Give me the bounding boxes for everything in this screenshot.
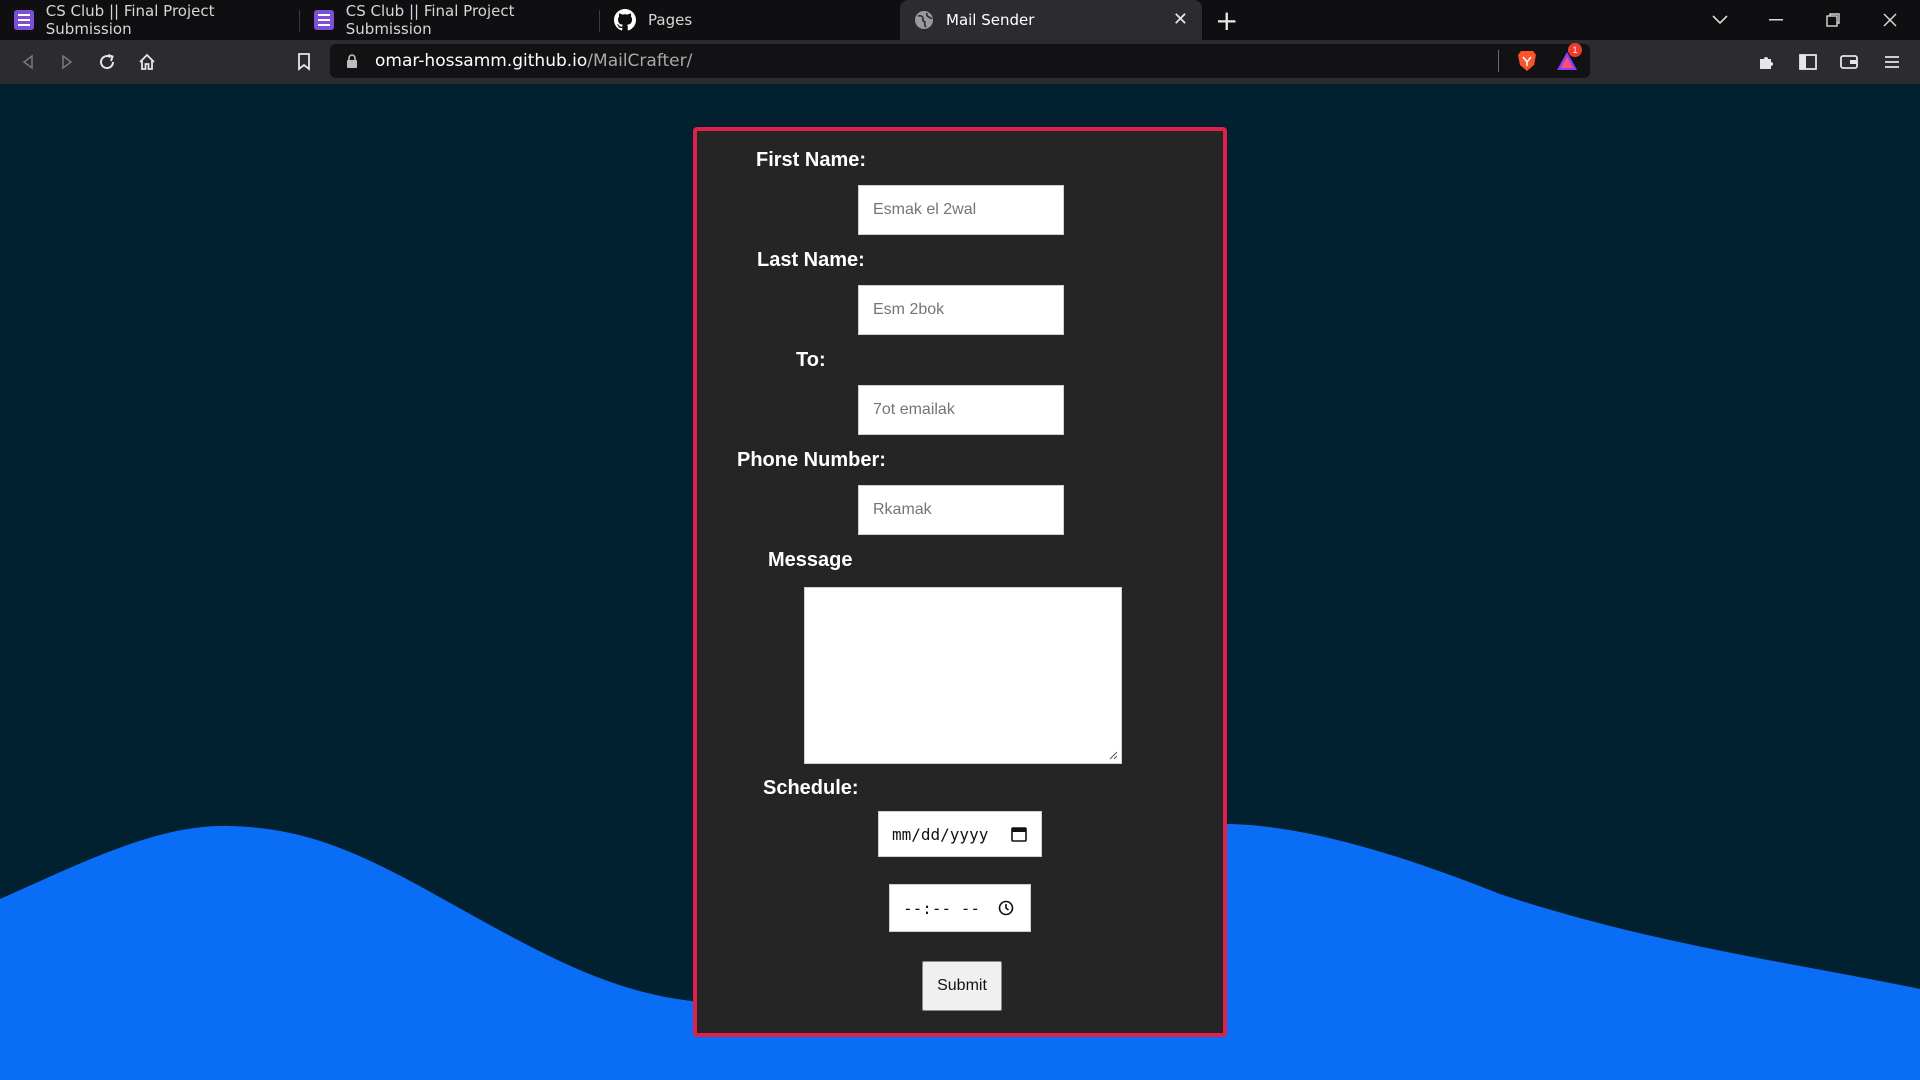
- extensions-puzzle-icon[interactable]: [1751, 46, 1783, 78]
- tab-pages[interactable]: Pages: [600, 0, 900, 40]
- last-name-label: Last Name:: [757, 249, 865, 271]
- schedule-time-input[interactable]: --:-- --: [889, 884, 1031, 932]
- first-name-input[interactable]: [858, 185, 1064, 235]
- phone-number-label: Phone Number:: [737, 449, 886, 471]
- wallet-icon[interactable]: [1833, 46, 1865, 78]
- github-icon: [614, 9, 636, 31]
- browser-toolbar: omar-hossamm.github.io/MailCrafter/ 1: [0, 40, 1920, 84]
- to-email-input[interactable]: [858, 385, 1064, 435]
- brave-shield-icon[interactable]: [1517, 50, 1537, 72]
- sidebar-icon[interactable]: [1792, 46, 1824, 78]
- tab-title: Mail Sender: [946, 11, 1035, 29]
- bookmark-icon[interactable]: [288, 46, 320, 78]
- lock-icon: [347, 54, 357, 68]
- google-forms-icon: [14, 10, 34, 30]
- tab-title: Pages: [648, 11, 693, 29]
- calendar-icon[interactable]: [1011, 826, 1027, 842]
- url-text: omar-hossamm.github.io/MailCrafter/: [375, 51, 692, 71]
- new-tab-button[interactable]: +: [1215, 4, 1238, 37]
- restore-icon[interactable]: [1805, 0, 1861, 40]
- to-label: To:: [796, 349, 826, 371]
- url-host: omar-hossamm.github.io: [375, 51, 588, 71]
- google-forms-icon: [314, 10, 334, 30]
- tab-cs-club-2[interactable]: CS Club || Final Project Submission: [300, 0, 600, 40]
- tab-title: CS Club || Final Project Submission: [45, 2, 215, 38]
- home-icon[interactable]: [131, 46, 163, 78]
- tab-mail-sender[interactable]: Mail Sender ✕: [900, 0, 1202, 40]
- mail-form-card: First Name: Last Name: To: Phone Number:…: [693, 127, 1227, 1037]
- last-name-input[interactable]: [858, 285, 1064, 335]
- resize-grip-icon[interactable]: [1109, 751, 1118, 760]
- notification-badge: 1: [1568, 43, 1582, 57]
- address-bar[interactable]: omar-hossamm.github.io/MailCrafter/ 1: [330, 43, 1590, 78]
- schedule-date-input[interactable]: mm/dd/yyyy: [878, 811, 1042, 857]
- message-textarea[interactable]: [804, 587, 1122, 764]
- back-icon[interactable]: [12, 46, 44, 78]
- date-placeholder: mm/dd/yyyy: [892, 824, 989, 844]
- close-tab-icon[interactable]: ✕: [1173, 9, 1188, 30]
- minimize-icon[interactable]: [1748, 0, 1804, 40]
- time-placeholder: --:-- --: [903, 898, 981, 918]
- url-path: /MailCrafter/: [587, 51, 693, 71]
- menu-icon[interactable]: [1876, 46, 1908, 78]
- close-window-icon[interactable]: [1862, 0, 1918, 40]
- forward-icon[interactable]: [51, 46, 83, 78]
- tab-title: CS Club || Final Project Submission: [345, 2, 515, 38]
- globe-icon: [915, 11, 933, 29]
- submit-button[interactable]: Submit: [922, 961, 1002, 1011]
- schedule-label: Schedule:: [763, 777, 859, 799]
- message-label: Message: [768, 549, 853, 571]
- reload-icon[interactable]: [91, 46, 123, 78]
- tab-cs-club-1[interactable]: CS Club || Final Project Submission: [0, 0, 300, 40]
- clock-icon[interactable]: [998, 900, 1014, 916]
- tab-search-chevron-down-icon[interactable]: [1692, 0, 1748, 40]
- first-name-label: First Name:: [756, 149, 867, 171]
- browser-tab-bar: CS Club || Final Project Submission CS C…: [0, 0, 1920, 40]
- phone-number-input[interactable]: [858, 485, 1064, 535]
